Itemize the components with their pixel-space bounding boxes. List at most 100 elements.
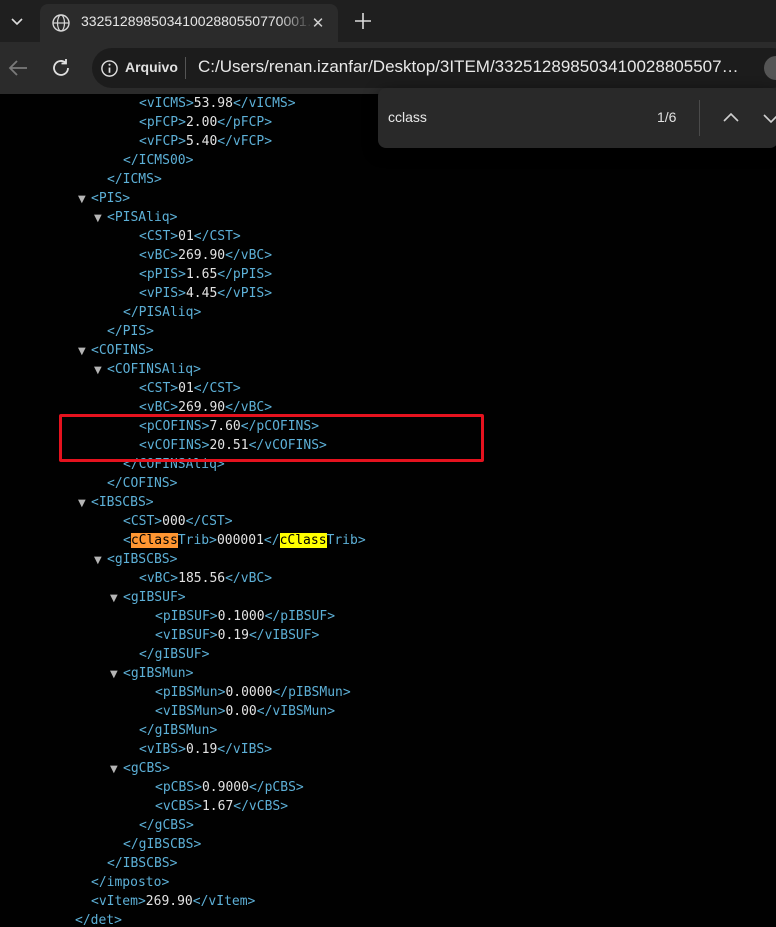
- xml-line: <CST>000</CST>: [110, 512, 233, 531]
- xml-line: <vItem>269.90</vItem>: [78, 892, 255, 911]
- address-divider: [185, 57, 186, 79]
- collapse-triangle-icon[interactable]: ▼: [110, 589, 123, 608]
- xml-line: </gCBS>: [126, 816, 194, 835]
- extension-icon[interactable]: [764, 56, 776, 80]
- address-bar[interactable]: Arquivo C:/Users/renan.izanfar/Desktop/3…: [92, 48, 776, 88]
- chevron-down-icon[interactable]: [759, 106, 776, 130]
- address-url[interactable]: C:/Users/renan.izanfar/Desktop/3ITEM/332…: [198, 57, 739, 77]
- xml-line: <vFCP>5.40</vFCP>: [126, 132, 272, 151]
- xml-value: 2.00: [185, 115, 218, 130]
- xml-tag: <gIBSMun>: [123, 666, 194, 681]
- new-tab-button[interactable]: [348, 6, 378, 36]
- xml-value: 1.67: [201, 799, 234, 814]
- xml-tag: </CST>: [193, 381, 241, 396]
- xml-line: <vCBS>1.67</vCBS>: [142, 797, 288, 816]
- xml-tag: </vBC>: [225, 248, 273, 263]
- xml-line: </imposto>: [78, 873, 169, 892]
- xml-tag: </ICMS>: [107, 172, 162, 187]
- xml-value: 0.9000: [201, 780, 249, 795]
- find-match-count: 1/6: [657, 109, 677, 125]
- browser-toolbar: Arquivo C:/Users/renan.izanfar/Desktop/3…: [0, 42, 776, 94]
- reload-button[interactable]: [48, 55, 74, 81]
- find-input[interactable]: cclass: [388, 109, 427, 125]
- xml-line: <pPIS>1.65</pPIS>: [126, 265, 272, 284]
- xml-tag: </gCBS>: [139, 818, 194, 833]
- xml-line: <vIBS>0.19</vIBS>: [126, 740, 272, 759]
- xml-line: </IBSCBS>: [94, 854, 177, 873]
- xml-line: </det>: [62, 911, 122, 927]
- xml-tag: </imposto>: [91, 875, 170, 890]
- search-match-highlight: cClass: [130, 533, 178, 548]
- xml-tag: </vICMS>: [232, 96, 296, 111]
- find-bar: cclass 1/6: [378, 88, 776, 148]
- collapse-triangle-icon[interactable]: ▼: [78, 190, 91, 209]
- xml-tag: <gCBS>: [123, 761, 170, 776]
- xml-tag: <pFCP>: [139, 115, 186, 130]
- xml-tag: <pCBS>: [155, 780, 202, 795]
- xml-tag: <CST>: [139, 381, 179, 396]
- xml-value: 000001: [216, 533, 264, 548]
- tab-list-button[interactable]: [0, 0, 34, 42]
- xml-value: 01: [178, 381, 194, 396]
- xml-viewer: <vICMS>53.98</vICMS> <pFCP>2.00</pFCP> <vF…: [0, 94, 776, 927]
- collapse-triangle-icon[interactable]: ▼: [94, 361, 107, 380]
- browser-tab[interactable]: 33251289850341002880550770001… ✕: [40, 4, 338, 42]
- xml-tag: </ICMS00>: [123, 153, 194, 168]
- xml-tag: </pPIS>: [217, 267, 273, 282]
- xml-tag: </IBSCBS>: [107, 856, 178, 871]
- xml-line: ▼ <IBSCBS>: [78, 493, 154, 512]
- xml-tag: </vPIS>: [217, 286, 273, 301]
- collapse-triangle-icon[interactable]: ▼: [110, 760, 123, 779]
- xml-value: 0.19: [185, 742, 218, 757]
- xml-tag: <vFCP>: [139, 134, 186, 149]
- address-scheme-label: Arquivo: [125, 59, 178, 75]
- xml-tag: </CST>: [193, 229, 241, 244]
- xml-value: 185.56: [178, 571, 226, 586]
- collapse-triangle-icon[interactable]: ▼: [110, 665, 123, 684]
- xml-tag: <CST>: [139, 229, 179, 244]
- xml-value: 0.1000: [217, 609, 265, 624]
- xml-line: </gIBSCBS>: [110, 835, 201, 854]
- xml-tag: <pIBSMun>: [155, 685, 226, 700]
- collapse-triangle-icon[interactable]: ▼: [78, 494, 91, 513]
- xml-tag: </COFINS>: [107, 476, 178, 491]
- xml-tag: </det>: [75, 913, 122, 927]
- xml-tag: <PISAliq>: [107, 210, 178, 225]
- chevron-up-icon[interactable]: [719, 106, 743, 130]
- xml-tag: <COFINS>: [91, 343, 154, 358]
- xml-tag: <vPIS>: [139, 286, 186, 301]
- collapse-triangle-icon[interactable]: ▼: [94, 551, 107, 570]
- xml-value: 01: [178, 229, 194, 244]
- xml-line: <pCBS>0.9000</pCBS>: [142, 778, 304, 797]
- xml-tag: <vICMS>: [139, 96, 194, 111]
- xml-line: </gIBSUF>: [126, 645, 209, 664]
- xml-tag: </pFCP>: [217, 115, 273, 130]
- xml-tag: <vCBS>: [155, 799, 202, 814]
- xml-value: 53.98: [193, 96, 233, 111]
- info-icon[interactable]: [100, 59, 119, 78]
- xml-tag: <vItem>: [91, 894, 146, 909]
- xml-line: <pFCP>2.00</pFCP>: [126, 113, 272, 132]
- xml-value: 000: [162, 514, 186, 529]
- xml-line: <vIBSUF>0.19</vIBSUF>: [142, 626, 319, 645]
- back-button[interactable]: [5, 55, 31, 81]
- collapse-triangle-icon[interactable]: ▼: [78, 342, 91, 361]
- xml-tag: <IBSCBS>: [91, 495, 154, 510]
- xml-tag: </vBC>: [225, 400, 273, 415]
- close-tab-icon[interactable]: ✕: [308, 13, 328, 33]
- xml-tag: </: [263, 533, 280, 548]
- xml-line: </PISAliq>: [110, 303, 201, 322]
- xml-value: 0.19: [217, 628, 249, 643]
- collapse-triangle-icon[interactable]: ▼: [94, 209, 107, 228]
- reload-icon: [53, 59, 69, 76]
- xml-line: <CST>01</CST>: [126, 379, 241, 398]
- xml-tag: <: [123, 533, 131, 548]
- xml-tag: Trib>: [177, 533, 217, 548]
- xml-tag: <vIBSMun>: [155, 704, 226, 719]
- xml-tag: </PIS>: [107, 324, 154, 339]
- xml-line: ▼ <gIBSCBS>: [94, 550, 177, 569]
- xml-tag: </gIBSMun>: [139, 723, 218, 738]
- tab-title: 33251289850341002880550770001…: [81, 13, 313, 29]
- xml-line: <vBC>185.56</vBC>: [126, 569, 272, 588]
- xml-value: 5.40: [185, 134, 218, 149]
